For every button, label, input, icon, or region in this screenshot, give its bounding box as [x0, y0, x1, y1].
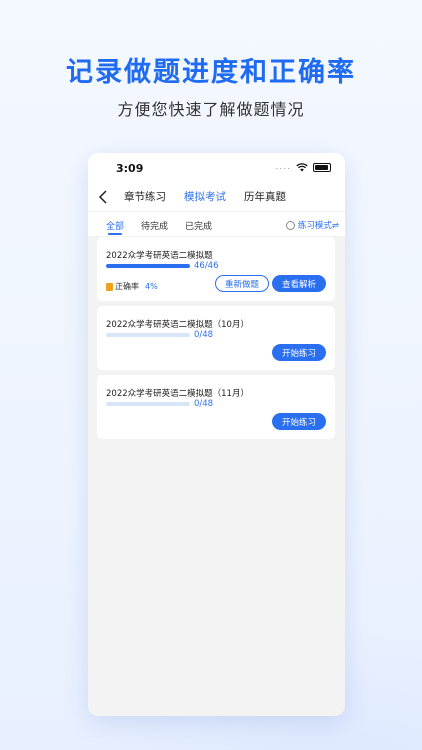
status-bar: 3:09 ....: [88, 153, 345, 183]
progress-bar: [106, 264, 190, 268]
tab-past-papers[interactable]: 历年真题: [244, 189, 286, 204]
progress-fill: [106, 264, 190, 268]
exam-card[interactable]: 2022众学考研英语二模拟题（10月） 0/48 开始练习: [97, 306, 335, 370]
tab-mock-exam[interactable]: 模拟考试: [184, 189, 226, 204]
status-icons: ....: [276, 162, 331, 172]
tab-chapter-practice[interactable]: 章节练习: [124, 189, 166, 204]
view-analysis-button[interactable]: 查看解析: [272, 275, 326, 292]
filter-completed[interactable]: 已完成: [185, 219, 212, 232]
signal-icon: ....: [275, 162, 291, 172]
accuracy-icon: [106, 282, 113, 291]
accuracy-value: 4%: [145, 282, 158, 291]
filter-tabs: 全部 待完成 已完成: [106, 219, 212, 235]
wifi-icon: [296, 162, 308, 171]
progress-text: 0/48: [194, 330, 214, 340]
exam-card[interactable]: 2022众学考研英语二模拟题（11月） 0/48 开始练习: [97, 375, 335, 439]
exam-card[interactable]: 2022众学考研英语二模拟题 46/46 正确率 4% 重新做题 查看解析: [97, 237, 335, 301]
exam-title: 2022众学考研英语二模拟题: [106, 251, 213, 261]
promo-subline: 方便您快速了解做题情况: [117, 100, 305, 119]
exam-title: 2022众学考研英语二模拟题（11月）: [106, 389, 249, 399]
progress-text: 46/46: [194, 261, 219, 271]
filter-all[interactable]: 全部: [106, 219, 124, 235]
accuracy: 正确率 4%: [106, 281, 158, 292]
redo-button[interactable]: 重新做题: [215, 275, 269, 292]
status-time: 3:09: [116, 162, 144, 175]
progress-bar: [106, 402, 190, 406]
filter-bar: 全部 待完成 已完成 练习模式⇌: [88, 211, 345, 236]
nav-tabs: 章节练习 模拟考试 历年真题: [124, 189, 286, 204]
clock-icon: [285, 220, 295, 230]
progress-text: 0/48: [194, 399, 214, 409]
practice-mode-label: 练习模式⇌: [297, 221, 339, 231]
battery-icon: [313, 162, 331, 172]
accuracy-label: 正确率: [115, 282, 139, 291]
progress-bar: [106, 333, 190, 337]
start-practice-button[interactable]: 开始练习: [272, 413, 326, 430]
filter-pending[interactable]: 待完成: [141, 219, 168, 232]
practice-mode-toggle[interactable]: 练习模式⇌: [285, 219, 339, 231]
promo-headline: 记录做题进度和正确率: [66, 57, 356, 88]
phone-screen: 3:09 .... 章节练习 模拟考试 历年真题 全部 待完成 已完成 练习模式…: [88, 153, 345, 716]
nav-bar: 章节练习 模拟考试 历年真题: [88, 183, 345, 211]
back-arrow-icon[interactable]: [98, 190, 110, 204]
exam-title: 2022众学考研英语二模拟题（10月）: [106, 320, 249, 330]
start-practice-button[interactable]: 开始练习: [272, 344, 326, 361]
